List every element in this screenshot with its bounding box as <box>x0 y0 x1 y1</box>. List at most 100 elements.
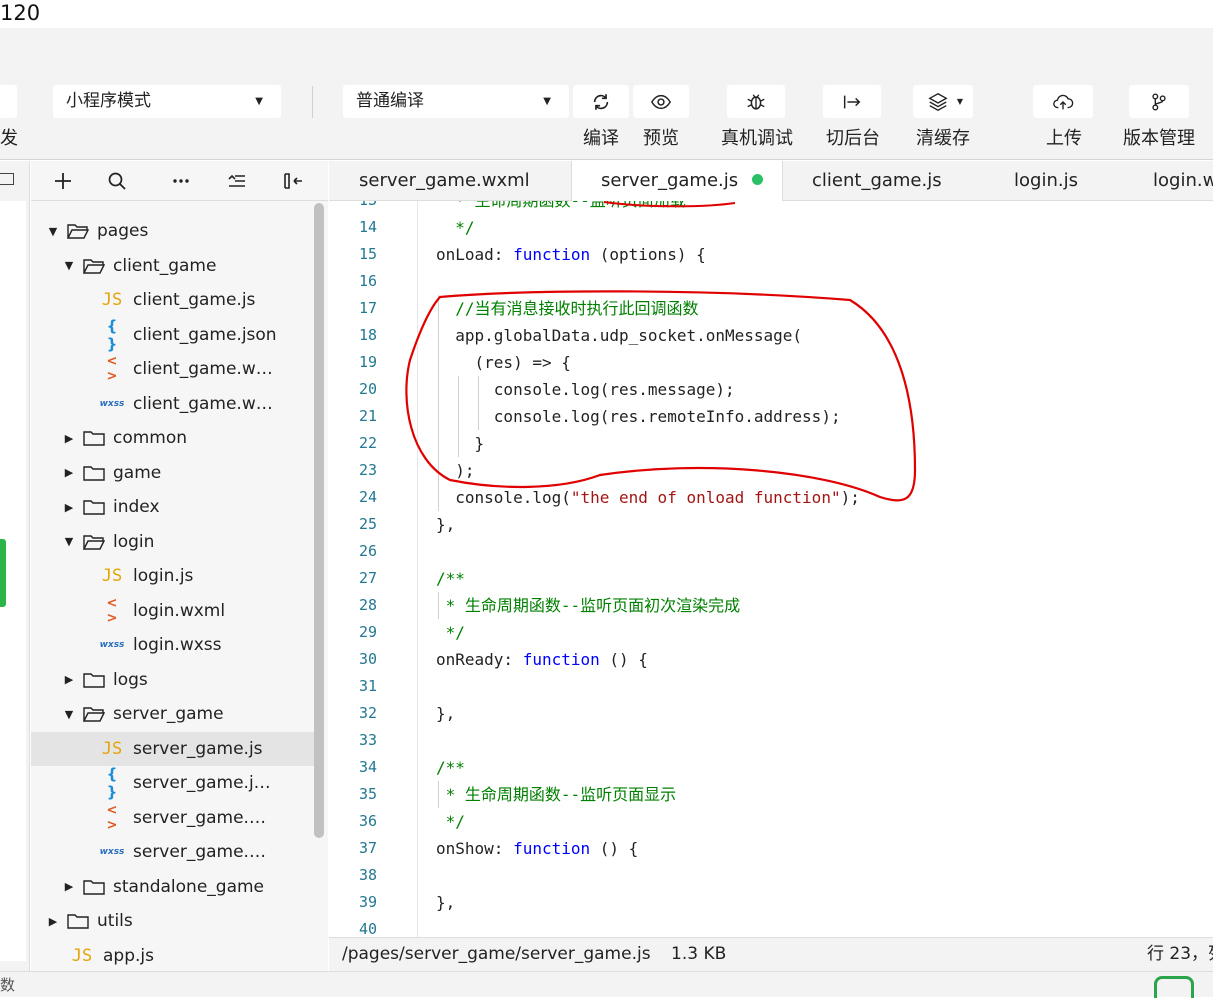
chevron-down-icon[interactable]: ▼ <box>64 259 74 272</box>
status-bar: /pages/server_game/server_game.js 1.3 KB… <box>329 937 1213 971</box>
tree-folder[interactable]: ▶ logs <box>31 663 314 697</box>
code-line[interactable]: 19 (res) => { <box>329 349 1213 376</box>
tree-item-label: client_game.js <box>133 290 256 310</box>
bottom-bar: 数 <box>0 971 1213 998</box>
code-text: }, <box>436 515 456 534</box>
branch-icon <box>1152 93 1166 110</box>
line-number: 28 <box>358 596 377 614</box>
tab-server-game-js[interactable]: server_game.js <box>571 161 783 202</box>
code-line[interactable]: 28 * 生命周期函数--监听页面初次渲染完成 <box>329 592 1213 619</box>
code-line[interactable]: 17 //当有消息接收时执行此回调函数 <box>329 295 1213 322</box>
js-file-icon: JS <box>71 945 93 966</box>
tree-file[interactable]: { } server_game.j… <box>31 765 314 801</box>
code-line[interactable]: 18 app.globalData.udp_socket.onMessage( <box>329 322 1213 349</box>
code-line[interactable]: 37 onShow: function () { <box>329 835 1213 862</box>
wxml-file-icon: < > <box>106 354 118 384</box>
code-line[interactable]: 14 */ <box>329 214 1213 241</box>
tree-file[interactable]: wxss server_game.… <box>31 835 314 869</box>
more-icon[interactable] <box>169 169 193 193</box>
folder-open-icon <box>83 534 105 550</box>
tree-file[interactable]: JS server_game.js <box>31 731 314 766</box>
collapse-icon[interactable] <box>225 169 249 193</box>
tree-file[interactable]: wxss client_game.w… <box>31 387 314 421</box>
code-line[interactable]: 16 <box>329 268 1213 295</box>
tab-server-game-wxml[interactable]: server_game.wxml <box>359 161 530 201</box>
preview-button[interactable] <box>633 85 689 118</box>
compile-select[interactable]: 普通编译 ▼ <box>343 85 569 118</box>
split-icon[interactable] <box>281 169 305 193</box>
code-line[interactable]: 27 /** <box>329 565 1213 592</box>
switch-background-button[interactable] <box>823 85 881 118</box>
chevron-right-icon[interactable]: ▶ <box>64 880 74 893</box>
tree-file[interactable]: < > login.wxml <box>31 594 314 628</box>
tab-login-js[interactable]: login.js <box>1014 161 1078 201</box>
code-line[interactable]: 20 console.log(res.message); <box>329 376 1213 403</box>
folder-icon <box>83 672 105 688</box>
code-line[interactable]: 35 * 生命周期函数--监听页面显示 <box>329 781 1213 808</box>
code-line[interactable]: 26 <box>329 538 1213 565</box>
code-line[interactable]: 29 */ <box>329 619 1213 646</box>
code-line[interactable]: 40 <box>329 916 1213 937</box>
code-line[interactable]: 38 <box>329 862 1213 889</box>
line-number: 22 <box>358 434 377 452</box>
chevron-right-icon[interactable]: ▶ <box>64 432 74 445</box>
tree-folder[interactable]: ▼ pages <box>31 214 314 248</box>
code-line[interactable]: 31 <box>329 673 1213 700</box>
chevron-right-icon[interactable]: ▶ <box>64 501 74 514</box>
upload-button[interactable] <box>1033 85 1093 118</box>
compile-button[interactable] <box>573 85 629 118</box>
code-line[interactable]: 15 onLoad: function (options) { <box>329 241 1213 268</box>
tree-file[interactable]: JS client_game.js <box>31 283 314 317</box>
tree-folder[interactable]: ▶ standalone_game <box>31 870 314 904</box>
tree-folder[interactable]: ▼ client_game <box>31 249 314 283</box>
tree-file[interactable]: < > client_game.w… <box>31 352 314 386</box>
tree-folder[interactable]: ▶ common <box>31 421 314 455</box>
code-editor[interactable]: 13 * 生命周期函数--监听页面加载14 */15onLoad: functi… <box>329 201 1213 937</box>
clear-cache-button[interactable]: ▼ <box>913 85 973 118</box>
cursor-position[interactable]: 行 23，列 <box>1147 938 1213 971</box>
line-number: 33 <box>358 731 377 749</box>
simulator-green-handle[interactable] <box>0 539 6 607</box>
left-partial-button[interactable] <box>0 85 17 118</box>
code-line[interactable]: 13 * 生命周期函数--监听页面加载 <box>329 201 1213 214</box>
code-text: }, <box>436 704 456 723</box>
mode-select[interactable]: 小程序模式 ▼ <box>53 85 281 118</box>
chevron-right-icon[interactable]: ▶ <box>48 915 58 928</box>
file-tree-scrollbar[interactable] <box>314 203 324 838</box>
tab-login-wxml[interactable]: login.w <box>1153 161 1213 201</box>
code-line[interactable]: 24 console.log("the end of onload functi… <box>329 484 1213 511</box>
tree-file[interactable]: < > server_game.… <box>31 801 314 835</box>
code-line[interactable]: 39}, <box>329 889 1213 916</box>
tree-file[interactable]: wxss login.wxss <box>31 628 314 662</box>
tree-folder[interactable]: ▼ server_game <box>31 697 314 731</box>
code-line[interactable]: 33 <box>329 727 1213 754</box>
remote-debug-button[interactable] <box>727 85 785 118</box>
tree-file[interactable]: JS app.js <box>31 939 314 972</box>
search-icon[interactable] <box>105 169 129 193</box>
tree-folder[interactable]: ▶ index <box>31 490 314 524</box>
code-line[interactable]: 23 ); <box>329 457 1213 484</box>
chevron-right-icon[interactable]: ▶ <box>64 466 74 479</box>
add-icon[interactable] <box>51 169 75 193</box>
tree-file[interactable]: { } client_game.json <box>31 317 314 353</box>
code-line[interactable]: 22 } <box>329 430 1213 457</box>
version-control-button[interactable] <box>1129 85 1189 118</box>
tree-folder[interactable]: ▶ utils <box>31 904 314 938</box>
window-icon[interactable] <box>0 173 14 185</box>
code-line[interactable]: 21 console.log(res.remoteInfo.address); <box>329 403 1213 430</box>
code-line[interactable]: 36 */ <box>329 808 1213 835</box>
code-line[interactable]: 25}, <box>329 511 1213 538</box>
folder-open-icon <box>67 224 89 239</box>
code-line[interactable]: 34 /** <box>329 754 1213 781</box>
chevron-down-icon[interactable]: ▼ <box>64 708 74 721</box>
code-line[interactable]: 30 onReady: function () { <box>329 646 1213 673</box>
main-toolbar: 发 小程序模式 ▼ 普通编译 ▼ 编译 预览 真机调试 切后台 ▼ 清缓存 上传… <box>0 28 1213 160</box>
tree-file[interactable]: JS login.js <box>31 559 314 593</box>
chevron-down-icon[interactable]: ▼ <box>48 225 58 238</box>
tab-client-game-js[interactable]: client_game.js <box>812 161 942 201</box>
tree-folder[interactable]: ▶ game <box>31 456 314 490</box>
code-line[interactable]: 32}, <box>329 700 1213 727</box>
chevron-right-icon[interactable]: ▶ <box>64 673 74 686</box>
chevron-down-icon[interactable]: ▼ <box>64 535 74 548</box>
tree-folder[interactable]: ▼ login <box>31 525 314 559</box>
